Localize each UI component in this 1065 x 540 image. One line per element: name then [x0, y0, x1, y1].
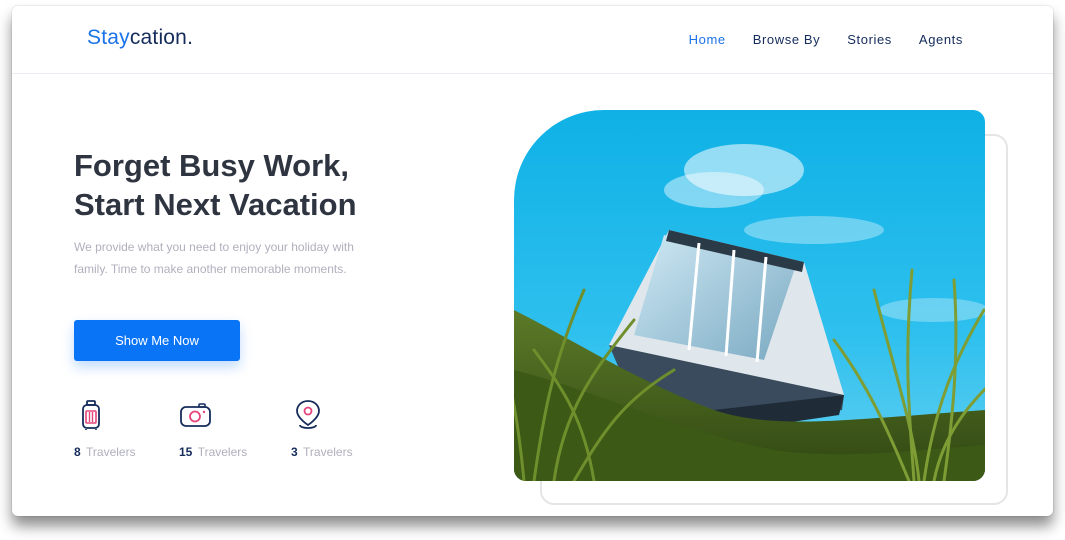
- nav-link-browse-by[interactable]: Browse By: [753, 32, 821, 47]
- stat-unit: Travelers: [303, 445, 353, 459]
- hero-image: [514, 110, 985, 481]
- stat-number: 3: [291, 445, 298, 459]
- suitcase-icon: [74, 398, 108, 432]
- navbar: Staycation. Home Browse By Stories Agent…: [12, 6, 1053, 74]
- stat-travelers: 15 Travelers: [179, 398, 247, 459]
- nav-link-agents[interactable]: Agents: [919, 32, 963, 47]
- show-me-now-button[interactable]: Show Me Now: [74, 320, 240, 361]
- brand-accent: Stay: [87, 26, 130, 49]
- browser-window: Staycation. Home Browse By Stories Agent…: [12, 6, 1053, 516]
- stat-number: 15: [179, 445, 193, 459]
- map-pin-icon: [291, 398, 325, 432]
- stat-label: 15 Travelers: [179, 445, 247, 459]
- hero-description: We provide what you need to enjoy your h…: [74, 240, 354, 276]
- stat-unit: Travelers: [86, 445, 136, 459]
- main-nav: Home Browse By Stories Agents: [662, 32, 963, 47]
- hero-title: Forget Busy Work, Start Next Vacation: [74, 146, 454, 224]
- hero-title-line-2: Start Next Vacation: [74, 187, 357, 222]
- stat-unit: Travelers: [197, 445, 248, 459]
- stat-travelers: 8 Travelers: [74, 398, 136, 459]
- stat-label: 8 Travelers: [74, 445, 136, 459]
- brand-logo[interactable]: Staycation.: [87, 26, 193, 50]
- stat-travelers: 3 Travelers: [291, 398, 353, 459]
- stat-label: 3 Travelers: [291, 445, 353, 459]
- hero-title-line-1: Forget Busy Work,: [74, 148, 350, 183]
- brand-rest: cation.: [129, 26, 194, 49]
- stat-number: 8: [74, 445, 81, 459]
- nav-link-stories[interactable]: Stories: [847, 32, 892, 47]
- camera-icon: [179, 398, 213, 432]
- nav-link-home[interactable]: Home: [689, 32, 726, 47]
